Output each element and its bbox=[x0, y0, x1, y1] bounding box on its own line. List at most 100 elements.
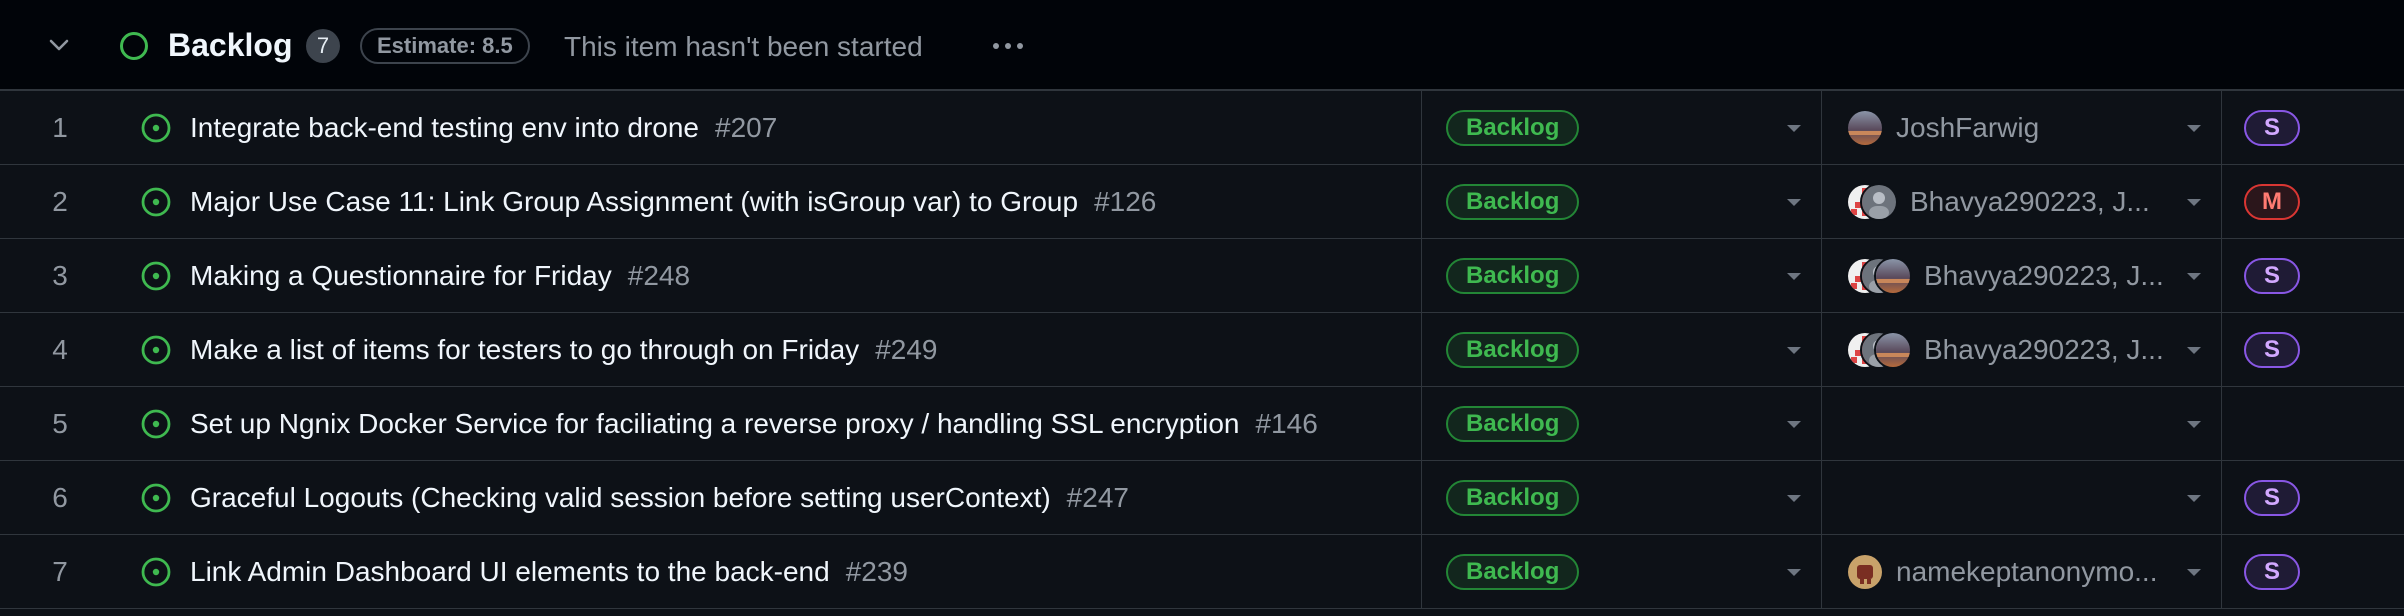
size-cell[interactable]: S bbox=[2222, 461, 2404, 534]
size-badge[interactable]: S bbox=[2244, 331, 2300, 368]
circle-outline-icon bbox=[120, 32, 148, 60]
status-cell[interactable]: Backlog bbox=[1422, 165, 1822, 238]
status-badge[interactable]: Backlog bbox=[1446, 109, 1580, 146]
table-row[interactable]: 2 Major Use Case 11: Link Group Assignme… bbox=[0, 165, 2404, 239]
title-cell[interactable]: Graceful Logouts (Checking valid session… bbox=[120, 461, 1422, 534]
assignees-cell[interactable] bbox=[1822, 461, 2222, 534]
chevron-down-icon[interactable] bbox=[2187, 495, 2201, 502]
group-header-backlog: Backlog 7 Estimate: 8.5 This item hasn't… bbox=[0, 0, 2404, 91]
status-badge[interactable]: Backlog bbox=[1446, 257, 1580, 294]
table-row[interactable]: 5 Set up Ngnix Docker Service for facili… bbox=[0, 387, 2404, 461]
issue-number: #207 bbox=[715, 111, 778, 143]
assignees-cell[interactable] bbox=[1822, 387, 2222, 460]
chevron-down-icon[interactable] bbox=[1787, 347, 1801, 354]
status-cell[interactable]: Backlog bbox=[1422, 313, 1822, 386]
assignees-cell[interactable]: namekeptanonymo... bbox=[1822, 535, 2222, 608]
status-cell[interactable]: Backlog bbox=[1422, 461, 1822, 534]
size-cell[interactable]: S bbox=[2222, 535, 2404, 608]
row-number: 6 bbox=[52, 481, 68, 513]
status-cell[interactable]: Backlog bbox=[1422, 91, 1822, 164]
table-row[interactable]: 6 Graceful Logouts (Checking valid sessi… bbox=[0, 461, 2404, 535]
status-badge[interactable]: Backlog bbox=[1446, 331, 1580, 368]
title-cell[interactable]: Major Use Case 11: Link Group Assignment… bbox=[120, 165, 1422, 238]
status-badge[interactable]: Backlog bbox=[1446, 183, 1580, 220]
issue-title-link[interactable]: Graceful Logouts (Checking valid session… bbox=[190, 482, 1051, 514]
chevron-down-icon[interactable] bbox=[2187, 421, 2201, 428]
chevron-down-icon[interactable] bbox=[44, 30, 74, 60]
chevron-down-icon[interactable] bbox=[1787, 199, 1801, 206]
status-cell[interactable]: Backlog bbox=[1422, 239, 1822, 312]
issue-number: #248 bbox=[627, 259, 691, 291]
chevron-down-icon[interactable] bbox=[1787, 421, 1801, 428]
row-number: 3 bbox=[52, 259, 68, 291]
item-rows: 1 Integrate back-end testing env into dr… bbox=[0, 91, 2404, 609]
size-badge[interactable]: S bbox=[2244, 553, 2300, 590]
issue-title-link[interactable]: Link Admin Dashboard UI elements to the … bbox=[190, 556, 830, 588]
chevron-down-icon[interactable] bbox=[2187, 199, 2201, 206]
status-badge[interactable]: Backlog bbox=[1446, 405, 1580, 442]
kebab-dot bbox=[1017, 43, 1023, 49]
size-badge[interactable]: S bbox=[2244, 109, 2300, 146]
avatar bbox=[1860, 182, 1898, 221]
issue-open-icon bbox=[141, 409, 171, 438]
chevron-down-icon[interactable] bbox=[1787, 495, 1801, 502]
issue-title-link[interactable]: Set up Ngnix Docker Service for faciliat… bbox=[190, 408, 1239, 440]
issue-number: #126 bbox=[1094, 185, 1157, 217]
chevron-down-icon[interactable] bbox=[1787, 125, 1801, 132]
row-number: 1 bbox=[52, 111, 68, 143]
issue-number: #247 bbox=[1066, 481, 1129, 513]
issue-title-link[interactable]: Integrate back-end testing env into dron… bbox=[190, 112, 699, 144]
status-cell[interactable]: Backlog bbox=[1422, 535, 1822, 608]
size-badge[interactable]: S bbox=[2244, 257, 2300, 294]
size-cell[interactable]: M bbox=[2222, 165, 2404, 238]
table-row[interactable]: 7 Link Admin Dashboard UI elements to th… bbox=[0, 535, 2404, 609]
table-row[interactable]: 1 Integrate back-end testing env into dr… bbox=[0, 91, 2404, 165]
avatar-stack bbox=[1846, 552, 1884, 591]
issue-number: #249 bbox=[875, 333, 938, 365]
chevron-down-icon[interactable] bbox=[1787, 273, 1801, 280]
size-cell[interactable]: S bbox=[2222, 91, 2404, 164]
table-row[interactable]: 3 Making a Questionnaire for Friday #248… bbox=[0, 239, 2404, 313]
chevron-down-icon[interactable] bbox=[2187, 273, 2201, 280]
title-cell[interactable]: Link Admin Dashboard UI elements to the … bbox=[120, 535, 1422, 608]
more-options-button[interactable] bbox=[988, 28, 1028, 64]
avatar bbox=[1846, 108, 1884, 147]
size-cell[interactable]: S bbox=[2222, 239, 2404, 312]
project-table-view: Backlog 7 Estimate: 8.5 This item hasn't… bbox=[0, 0, 2404, 616]
title-cell[interactable]: Making a Questionnaire for Friday #248 bbox=[120, 239, 1422, 312]
row-number: 5 bbox=[52, 407, 68, 439]
assignees-cell[interactable]: Bhavya290223, J... bbox=[1822, 313, 2222, 386]
issue-title-link[interactable]: Make a list of items for testers to go t… bbox=[190, 334, 859, 366]
size-cell[interactable]: S bbox=[2222, 313, 2404, 386]
issue-title-link[interactable]: Major Use Case 11: Link Group Assignment… bbox=[190, 186, 1078, 218]
chevron-down-icon[interactable] bbox=[2187, 125, 2201, 132]
status-badge[interactable]: Backlog bbox=[1446, 553, 1580, 590]
avatar-stack bbox=[1846, 108, 1884, 147]
issue-open-icon bbox=[141, 187, 171, 216]
assignees-cell[interactable]: Bhavya290223, J... bbox=[1822, 239, 2222, 312]
issue-number: #239 bbox=[845, 555, 908, 587]
title-cell[interactable]: Integrate back-end testing env into dron… bbox=[120, 91, 1422, 164]
kebab-dot bbox=[993, 43, 999, 49]
issue-title-link[interactable]: Making a Questionnaire for Friday bbox=[190, 260, 612, 292]
size-badge[interactable]: M bbox=[2244, 183, 2300, 220]
title-cell[interactable]: Set up Ngnix Docker Service for faciliat… bbox=[120, 387, 1422, 460]
chevron-down-icon[interactable] bbox=[1787, 569, 1801, 576]
assignee-names: Bhavya290223, J... bbox=[1924, 333, 2164, 365]
size-cell[interactable] bbox=[2222, 387, 2404, 460]
table-row[interactable]: 4 Make a list of items for testers to go… bbox=[0, 313, 2404, 387]
title-cell[interactable]: Make a list of items for testers to go t… bbox=[120, 313, 1422, 386]
status-badge[interactable]: Backlog bbox=[1446, 479, 1580, 516]
chevron-down-icon[interactable] bbox=[2187, 347, 2201, 354]
assignees-cell[interactable]: Bhavya290223, J... bbox=[1822, 165, 2222, 238]
avatar-stack bbox=[1846, 330, 1912, 369]
size-badge[interactable]: S bbox=[2244, 479, 2300, 516]
chevron-down-icon[interactable] bbox=[2187, 569, 2201, 576]
status-cell[interactable]: Backlog bbox=[1422, 387, 1822, 460]
estimate-pill: Estimate: 8.5 bbox=[360, 28, 530, 64]
kebab-dot bbox=[1005, 43, 1011, 49]
assignees-cell[interactable]: JoshFarwig bbox=[1822, 91, 2222, 164]
avatar-stack bbox=[1846, 256, 1912, 295]
assignee-names: Bhavya290223, J... bbox=[1910, 185, 2150, 217]
avatar bbox=[1874, 256, 1912, 295]
